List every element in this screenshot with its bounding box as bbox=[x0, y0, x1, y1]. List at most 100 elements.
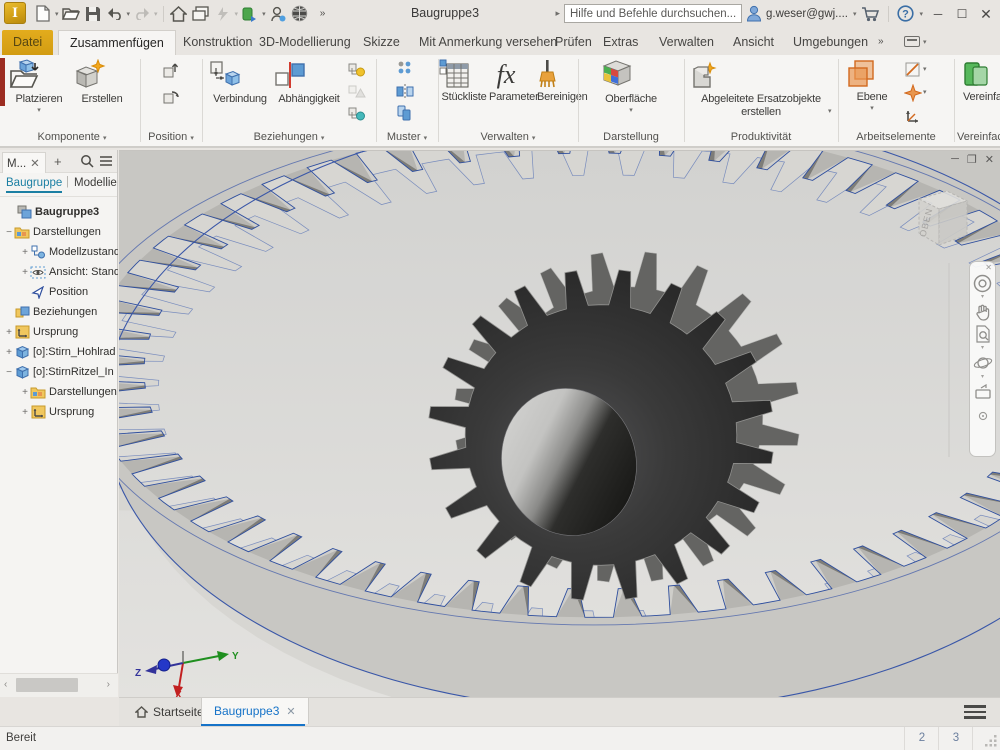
tree-item-darstellungen[interactable]: − Darstellungen bbox=[0, 222, 118, 242]
help-search-input[interactable] bbox=[564, 4, 742, 23]
group-label-verwalten[interactable]: Verwalten ▾ bbox=[439, 131, 577, 143]
mirror-icon[interactable] bbox=[395, 81, 415, 101]
signed-in-user[interactable]: g.weser@gwj.... bbox=[766, 8, 848, 20]
save-icon[interactable] bbox=[82, 3, 104, 24]
help-caret[interactable]: ▾ bbox=[919, 10, 923, 18]
group-label-komponente[interactable]: Komponente ▾ bbox=[6, 131, 138, 143]
collaborate-icon[interactable] bbox=[267, 3, 289, 24]
undo-caret[interactable]: ▾ bbox=[127, 10, 131, 18]
user-avatar-icon[interactable] bbox=[746, 5, 762, 22]
orbit-icon[interactable] bbox=[973, 352, 993, 374]
pattern-icon[interactable] bbox=[395, 59, 415, 79]
look-at-icon[interactable] bbox=[973, 381, 993, 403]
close-button[interactable]: ✕ bbox=[976, 5, 996, 23]
viewport-3d-scene[interactable]: OBENXYZ bbox=[119, 151, 1000, 697]
title-expander-arrow[interactable]: ▸ bbox=[555, 8, 560, 19]
new-file-caret[interactable]: ▾ bbox=[55, 10, 59, 18]
refresh-component-icon[interactable] bbox=[239, 3, 261, 24]
tab-skizze[interactable]: Skizze bbox=[352, 30, 411, 55]
redo-caret[interactable]: ▾ bbox=[154, 10, 158, 18]
parameter-button[interactable]: fx Parameter bbox=[489, 59, 537, 103]
subtab-baugruppe[interactable]: Baugruppe bbox=[6, 177, 62, 193]
work-point-icon[interactable] bbox=[903, 83, 923, 103]
vereinfachen-button[interactable]: Vereinfachen bbox=[963, 59, 1000, 103]
new-file-icon[interactable] bbox=[32, 3, 54, 24]
user-menu-caret[interactable]: ▾ bbox=[853, 10, 857, 18]
ribbon-display-toggle[interactable]: ▾ bbox=[904, 34, 938, 49]
undo-icon[interactable] bbox=[104, 3, 126, 24]
browser-menu-icon[interactable] bbox=[99, 155, 113, 167]
tree-expander[interactable]: + bbox=[4, 347, 14, 358]
copy-icon[interactable] bbox=[395, 103, 415, 123]
subtab-modellierung[interactable]: Modellierung bbox=[74, 177, 117, 189]
inventor-logo-icon[interactable]: I bbox=[4, 2, 26, 24]
hide-relationships-icon[interactable] bbox=[347, 103, 367, 123]
home-icon[interactable] bbox=[168, 3, 190, 24]
tab-verwalten[interactable]: Verwalten bbox=[648, 30, 725, 55]
minimize-button[interactable]: ─ bbox=[928, 5, 948, 23]
tab-datei[interactable]: Datei bbox=[2, 30, 53, 55]
tree-item-stirnritzel[interactable]: − [o]:StirnRitzel_In bbox=[0, 362, 118, 382]
group-label-beziehungen[interactable]: Beziehungen ▾ bbox=[203, 131, 375, 143]
refresh-caret[interactable]: ▾ bbox=[262, 10, 266, 18]
resize-grip[interactable] bbox=[984, 734, 998, 748]
show-relationships-icon[interactable] bbox=[347, 59, 367, 79]
qat-overflow-chevron[interactable]: » bbox=[311, 3, 333, 24]
ucs-icon[interactable] bbox=[903, 106, 923, 126]
scroll-left-icon[interactable]: ‹ bbox=[4, 679, 7, 690]
switch-windows-icon[interactable] bbox=[190, 3, 212, 24]
free-move-icon[interactable] bbox=[161, 61, 181, 81]
tree-item-ansicht[interactable]: + Ansicht: Stand bbox=[0, 262, 118, 282]
tree-item-assembly-root[interactable]: Baugruppe3 bbox=[0, 202, 118, 222]
help-icon[interactable]: ? bbox=[897, 5, 914, 22]
oberflaeche-button[interactable]: Oberfläche ▾ bbox=[599, 57, 663, 114]
tree-item-modellzustand[interactable]: + Modellzustand bbox=[0, 242, 118, 262]
browser-tab-close-icon[interactable]: ✕ bbox=[30, 158, 40, 170]
group-label-muster[interactable]: Muster ▾ bbox=[377, 131, 437, 143]
navbar-close-icon[interactable]: ✕ bbox=[985, 264, 992, 272]
open-icon[interactable] bbox=[60, 3, 82, 24]
browser-tab-model[interactable]: M...✕ bbox=[2, 152, 46, 173]
doc-minimize-icon[interactable]: ─ bbox=[951, 153, 959, 166]
tree-item-ursprung[interactable]: + Ursprung bbox=[0, 322, 118, 342]
tab-ansicht[interactable]: Ansicht bbox=[722, 30, 785, 55]
redo-icon[interactable] bbox=[131, 3, 153, 24]
tree-item-darstellungen-child[interactable]: + Darstellungen bbox=[0, 382, 118, 402]
tab-overflow-chevron[interactable]: » bbox=[878, 36, 882, 47]
scroll-right-icon[interactable]: › bbox=[107, 679, 110, 690]
tab-umgebungen[interactable]: Umgebungen bbox=[782, 30, 879, 55]
navbar-more-icon[interactable] bbox=[978, 405, 988, 427]
doc-close-icon[interactable]: ✕ bbox=[985, 153, 994, 166]
tree-expander[interactable]: + bbox=[4, 327, 14, 338]
update-lightning-icon[interactable] bbox=[212, 3, 234, 24]
free-rotate-icon[interactable] bbox=[161, 87, 181, 107]
tab-baugruppe3[interactable]: Baugruppe3 ✕ bbox=[201, 698, 309, 724]
tree-item-position[interactable]: Position bbox=[0, 282, 118, 302]
store-cart-icon[interactable] bbox=[861, 6, 880, 22]
verbindung-button[interactable]: Verbindung bbox=[207, 59, 273, 105]
browser-horizontal-scrollbar[interactable]: ‹ › bbox=[0, 673, 118, 697]
web-sphere-icon[interactable] bbox=[289, 3, 311, 24]
doc-restore-icon[interactable]: ❐ bbox=[967, 153, 977, 166]
zoom-icon[interactable] bbox=[974, 323, 992, 345]
abgeleitete-button[interactable]: Abgeleitete Ersatzobjekte erstellen bbox=[686, 57, 836, 119]
tree-item-ursprung-child[interactable]: + Ursprung bbox=[0, 402, 118, 422]
tree-expander[interactable]: + bbox=[20, 247, 30, 258]
orbit-caret[interactable]: ▾ bbox=[981, 374, 984, 381]
update-caret[interactable]: ▾ bbox=[235, 10, 239, 18]
maximize-button[interactable]: ☐ bbox=[952, 5, 972, 23]
abhaengigkeit-button[interactable]: Abhängigkeit bbox=[273, 59, 345, 105]
tab-3d-modellierung[interactable]: 3D-Modellierung bbox=[248, 30, 362, 55]
tab-zusammenfuegen[interactable]: Zusammenfügen bbox=[58, 30, 176, 55]
steering-wheel-icon[interactable] bbox=[973, 272, 992, 294]
tree-expander[interactable]: + bbox=[20, 407, 30, 418]
group-label-position[interactable]: Position ▾ bbox=[141, 131, 201, 143]
zoom-caret[interactable]: ▾ bbox=[981, 345, 984, 352]
tab-extras[interactable]: Extras bbox=[592, 30, 649, 55]
tree-item-beziehungen[interactable]: Beziehungen bbox=[0, 302, 118, 322]
tree-expander[interactable]: − bbox=[4, 367, 14, 378]
browser-add-tab-button[interactable]: + bbox=[54, 154, 62, 169]
pan-hand-icon[interactable] bbox=[974, 301, 992, 323]
show-sick-relationships-icon[interactable] bbox=[347, 81, 367, 101]
erstellen-button[interactable]: Erstellen bbox=[72, 59, 132, 105]
